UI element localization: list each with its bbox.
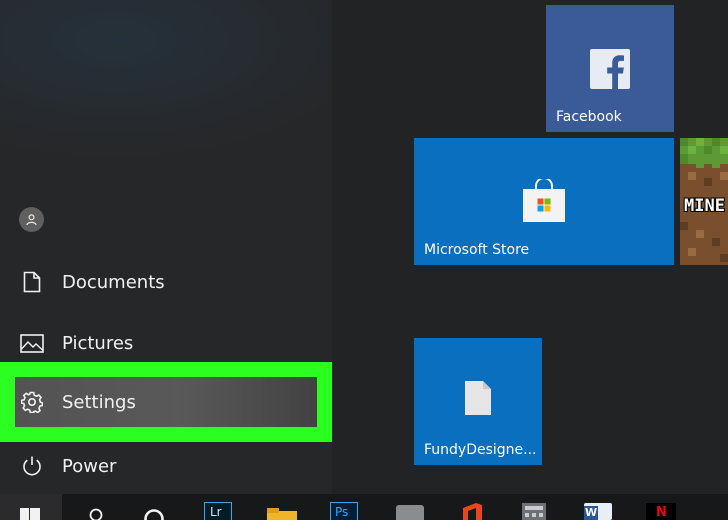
search-icon — [89, 508, 103, 520]
settings-highlight-box: Settings — [0, 362, 332, 442]
menu-item-label: Pictures — [62, 332, 134, 354]
windows-start-icon — [20, 508, 40, 520]
user-avatar[interactable] — [19, 207, 44, 232]
lightroom-icon: Lr — [204, 502, 232, 520]
tile-label: Microsoft Store — [424, 242, 530, 258]
gear-icon — [19, 389, 45, 415]
minecraft-logo-text: MINE — [684, 196, 725, 216]
document-icon — [19, 269, 45, 295]
facebook-icon — [590, 49, 630, 89]
power-icon — [19, 453, 45, 479]
calculator-icon — [522, 503, 546, 520]
taskbar-search-button[interactable] — [80, 494, 110, 520]
taskbar-netflix[interactable]: N — [646, 494, 676, 520]
user-icon — [26, 214, 37, 226]
menu-item-label: Settings — [62, 391, 136, 413]
photoshop-icon: Ps — [330, 502, 358, 520]
taskbar-file-explorer[interactable] — [266, 494, 298, 520]
menu-item-documents[interactable]: Documents — [0, 254, 332, 310]
tile-microsoft-store[interactable]: Microsoft Store — [414, 138, 674, 265]
netflix-text: N — [656, 505, 667, 520]
file-explorer-icon — [267, 508, 297, 520]
taskbar-lightroom[interactable]: Lr — [204, 494, 234, 520]
taskbar-photoshop[interactable]: Ps — [330, 494, 360, 520]
tile-minecraft[interactable]: MINE — [680, 138, 728, 265]
word-icon: W — [584, 503, 612, 520]
taskbar-office[interactable] — [458, 494, 488, 520]
cortana-icon — [144, 509, 164, 520]
office-icon — [463, 503, 482, 520]
taskbar-app[interactable] — [394, 494, 426, 520]
menu-item-label: Power — [62, 455, 117, 477]
tile-facebook[interactable]: Facebook — [546, 5, 674, 132]
word-text: W — [585, 506, 598, 519]
photoshop-text: Ps — [335, 505, 349, 519]
taskbar-word[interactable]: W — [584, 494, 614, 520]
file-icon — [465, 381, 491, 415]
tile-label: Facebook — [556, 109, 622, 125]
menu-item-power[interactable]: Power — [0, 438, 332, 494]
lightroom-text: Lr — [210, 505, 222, 519]
taskbar-calculator[interactable] — [520, 494, 550, 520]
menu-item-label: Documents — [62, 271, 165, 293]
tile-fundy-designer[interactable]: FundyDesigne... — [414, 338, 542, 465]
netflix-icon: N — [646, 503, 676, 520]
start-button[interactable] — [0, 494, 62, 520]
taskbar: Lr Ps W N — [0, 494, 728, 520]
pictures-icon — [19, 330, 45, 356]
tile-label: FundyDesigne... — [424, 442, 537, 458]
generic-app-icon — [396, 505, 424, 520]
shopping-bag-icon — [523, 179, 565, 222]
taskbar-cortana-button[interactable] — [140, 494, 170, 520]
menu-item-settings[interactable]: Settings — [15, 377, 317, 427]
